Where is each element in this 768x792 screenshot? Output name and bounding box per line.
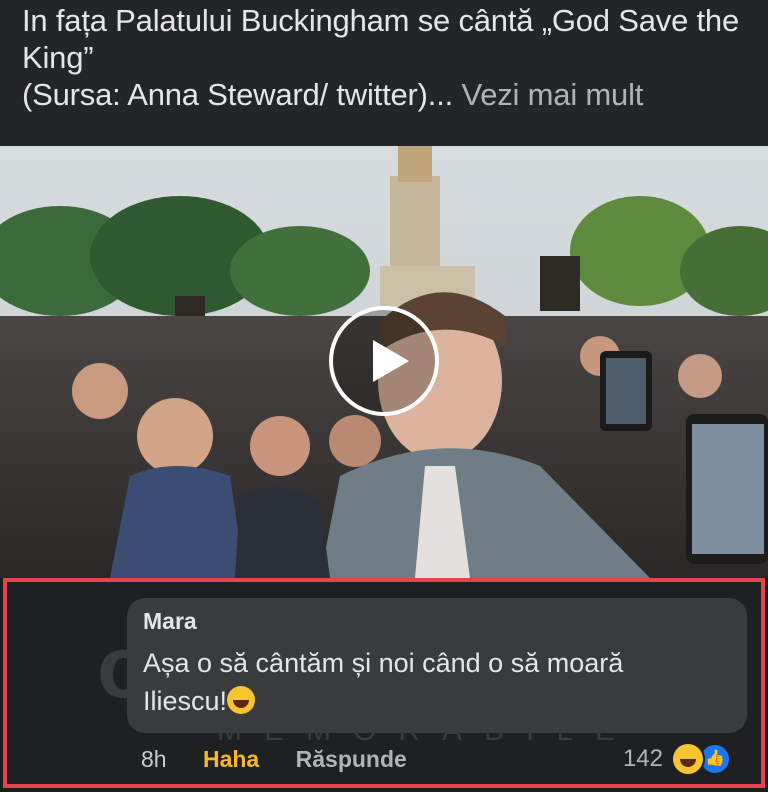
comment-bubble: Mara Așa o să cântăm și noi când o să mo… [127,598,747,733]
see-more-link[interactable]: Vezi mai mult [461,77,643,112]
play-button[interactable] [329,306,439,416]
post-caption: In fața Palatului Buckingham se cântă „G… [22,2,746,113]
reaction-count: 142 [622,745,663,772]
comment-actions: 8h Haha Răspunde [141,746,437,773]
comment-text-wrap: Așa o să cântăm și noi când o să moară I… [143,644,703,720]
haha-reaction-icon [671,742,705,776]
comment-highlight-frame: omentarii MEMORABILE Mara Așa o să cântă… [3,578,765,788]
caption-text: In fața Palatului Buckingham se cântă „G… [22,3,740,75]
haha-reaction-button[interactable]: Haha [203,746,259,772]
comment-timestamp: 8h [141,746,167,772]
comment-text: Așa o să cântăm și noi când o să moară I… [143,648,624,716]
reply-button[interactable]: Răspunde [296,746,407,772]
play-icon [373,340,409,382]
caption-source: (Sursa: Anna Steward/ twitter)... [22,77,454,112]
comment-author[interactable]: Mara [143,608,197,635]
video-player[interactable] [0,146,768,578]
reaction-summary[interactable]: 142 👍 [623,742,731,776]
laughing-emoji-icon [227,686,256,714]
post-header: In fața Palatului Buckingham se cântă „G… [0,0,768,146]
